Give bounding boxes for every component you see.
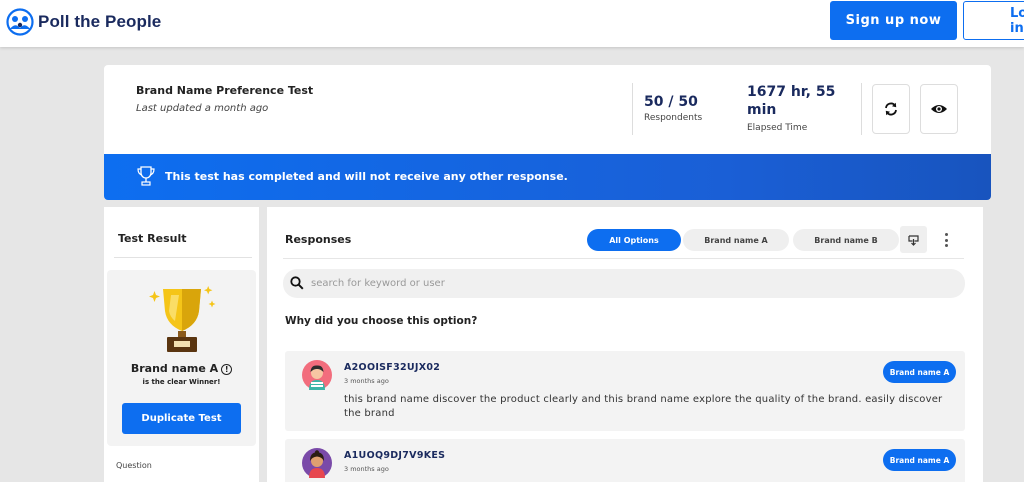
respondents-label: Respondents: [644, 113, 703, 123]
dot-icon: [944, 233, 948, 236]
search-input[interactable]: [311, 269, 951, 298]
sign-up-button[interactable]: Sign up now: [830, 1, 957, 40]
response-user-id[interactable]: A2OOISF32UJX02: [344, 362, 440, 373]
response-user-id[interactable]: A1UOQ9DJ7V9KES: [344, 450, 445, 461]
logo[interactable]: Poll the People: [6, 8, 161, 36]
divider: [861, 83, 862, 135]
question-label: Question: [116, 461, 152, 470]
download-button[interactable]: [900, 226, 927, 253]
response-option-badge[interactable]: Brand name A: [883, 449, 956, 471]
test-result-panel: Test Result Brand name A! is the clear W…: [104, 207, 259, 482]
elapsed-time-line2: min: [747, 102, 777, 118]
elapsed-time-line1: 1677 hr, 55: [747, 84, 836, 100]
respondents-count: 50 / 50: [644, 94, 698, 110]
divider: [632, 83, 633, 135]
view-button[interactable]: [920, 84, 958, 134]
completion-banner: This test has completed and will not rec…: [104, 154, 991, 200]
refresh-icon: [885, 102, 897, 116]
download-icon: [908, 235, 919, 246]
response-card: A1UOQ9DJ7V9KES 3 months ago Brand name A: [285, 439, 965, 482]
test-title: Brand Name Preference Test: [136, 84, 314, 97]
winner-name: Brand name A!: [107, 362, 256, 375]
logo-icon: [6, 8, 34, 36]
logo-text: Poll the People: [38, 12, 162, 31]
divider: [114, 257, 252, 258]
search-bar: [283, 269, 965, 298]
top-navigation-bar: Poll the People Sign up now Log in: [0, 0, 1024, 47]
duplicate-test-button[interactable]: Duplicate Test: [122, 403, 241, 434]
completion-message: This test has completed and will not rec…: [165, 170, 568, 183]
winner-subtitle: is the clear Winner!: [142, 378, 221, 386]
avatar: [302, 360, 332, 390]
avatar: [302, 448, 332, 478]
filter-all-options[interactable]: All Options: [587, 229, 681, 251]
responses-panel: Responses All Options Brand name A Brand…: [267, 207, 983, 482]
info-icon[interactable]: !: [221, 364, 233, 375]
last-updated-text: Last updated a month ago: [136, 103, 269, 114]
dot-icon: [944, 244, 948, 247]
log-in-button[interactable]: Log in: [963, 1, 1024, 40]
test-result-title: Test Result: [118, 232, 187, 245]
test-summary-card: Brand Name Preference Test Last updated …: [104, 65, 991, 155]
trophy-icon: [137, 166, 155, 186]
responses-title: Responses: [285, 233, 352, 246]
response-card: A2OOISF32UJX02 3 months ago Brand name A…: [285, 351, 965, 431]
response-time: 3 months ago: [344, 465, 389, 473]
divider: [283, 258, 964, 259]
winner-box: Brand name A! is the clear Winner! Dupli…: [107, 270, 256, 446]
response-time: 3 months ago: [344, 377, 389, 385]
filter-brand-name-a[interactable]: Brand name A: [683, 229, 789, 251]
more-options-button[interactable]: [939, 231, 953, 249]
eye-icon: [931, 105, 947, 113]
elapsed-time-value: 1677 hr, 55 min: [747, 84, 835, 118]
elapsed-time-label: Elapsed Time: [747, 123, 808, 133]
search-icon: [290, 276, 304, 290]
question-text: Why did you choose this option?: [285, 315, 478, 327]
response-option-badge[interactable]: Brand name A: [883, 361, 956, 383]
response-text: this brand name discover the product cle…: [344, 394, 943, 419]
dot-icon: [944, 238, 948, 242]
winner-trophy-icon: [149, 286, 216, 352]
winner-name-text: Brand name A: [130, 362, 219, 375]
filter-brand-name-b[interactable]: Brand name B: [793, 229, 899, 251]
refresh-button[interactable]: [872, 84, 910, 134]
